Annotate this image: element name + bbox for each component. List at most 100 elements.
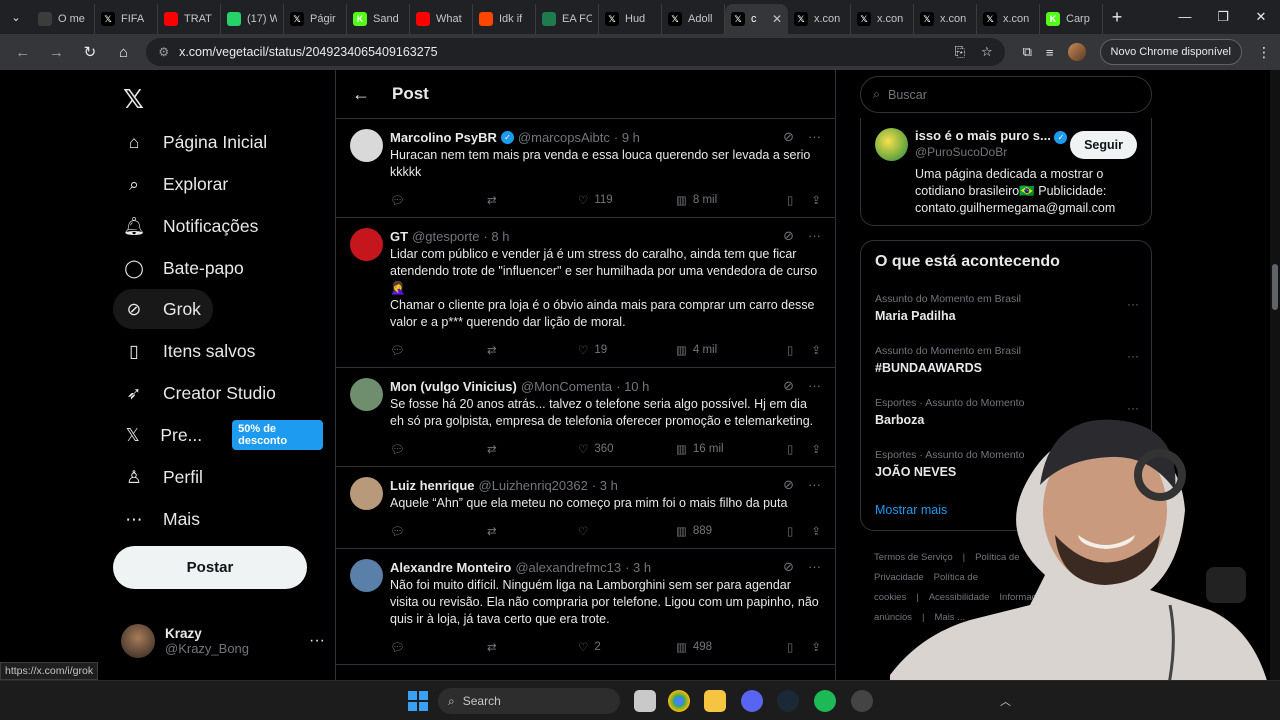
- views-button[interactable]: ▥ 4 mil: [676, 343, 779, 357]
- reply-button[interactable]: 💬︎: [390, 193, 487, 207]
- bookmark-icon[interactable]: ▯: [787, 343, 793, 357]
- share-icon[interactable]: ⇪: [811, 193, 821, 207]
- reload-icon[interactable]: ↻: [75, 38, 105, 66]
- reply-button[interactable]: 💬︎: [390, 343, 487, 357]
- like-button[interactable]: ♡ 360: [578, 442, 676, 456]
- close-window-icon[interactable]: ✕: [1242, 9, 1280, 25]
- repost-button[interactable]: ⇄: [487, 640, 578, 654]
- premium-discount-badge[interactable]: 50% de desconto: [232, 420, 323, 450]
- reply-button[interactable]: 💬︎: [390, 442, 487, 456]
- tab-search-icon[interactable]: ⌄: [0, 0, 32, 34]
- minimize-icon[interactable]: —: [1166, 9, 1204, 25]
- windows-start-icon[interactable]: [408, 691, 428, 711]
- search-input[interactable]: ⌕ Buscar: [860, 76, 1152, 113]
- reply-button[interactable]: 💬︎: [390, 640, 487, 654]
- author-name[interactable]: Marcolino PsyBR: [390, 130, 497, 145]
- bookmark-icon[interactable]: ▯: [787, 193, 793, 207]
- back-arrow-icon[interactable]: ←: [352, 84, 370, 105]
- nav-item-pre[interactable]: 𝕏 Pre... 50% de desconto: [113, 415, 335, 455]
- reply-post[interactable]: Luiz henrique @Luizhenriq20362 · 3 h ⊘ ··…: [336, 467, 835, 549]
- bookmark-icon[interactable]: ▯: [787, 524, 793, 538]
- post-time[interactable]: · 10 h: [616, 379, 649, 394]
- install-icon[interactable]: ⎘: [955, 44, 965, 60]
- like-button[interactable]: ♡ 119: [578, 193, 676, 207]
- share-icon[interactable]: ⇪: [811, 442, 821, 456]
- browser-tab[interactable]: K Sand: [347, 4, 410, 34]
- avatar[interactable]: [350, 477, 383, 510]
- tray-chevron-icon[interactable]: ︿: [1000, 693, 1011, 709]
- author-handle[interactable]: @alexandrefmc13: [515, 560, 621, 575]
- browser-tab[interactable]: 𝕏 FIFA: [95, 4, 158, 34]
- browser-tab[interactable]: 𝕏x.con: [788, 4, 851, 34]
- views-button[interactable]: ▥ 498: [676, 640, 779, 654]
- post-time[interactable]: · 3 h: [592, 478, 618, 493]
- avatar[interactable]: [350, 228, 383, 261]
- avatar[interactable]: [350, 559, 383, 592]
- browser-tab[interactable]: (17) W: [221, 4, 284, 34]
- repost-button[interactable]: ⇄: [487, 193, 578, 207]
- home-icon[interactable]: ⌂: [109, 38, 139, 66]
- author-handle[interactable]: @Luizhenriq20362: [479, 478, 588, 493]
- media-icon[interactable]: ≡: [1046, 45, 1054, 60]
- browser-tab[interactable]: K Carp: [1040, 4, 1103, 34]
- avatar[interactable]: [350, 378, 383, 411]
- author-handle[interactable]: @MonComenta: [521, 379, 612, 394]
- like-button[interactable]: ♡ 19: [578, 343, 676, 357]
- profile-avatar[interactable]: [1067, 43, 1086, 61]
- post-time[interactable]: · 3 h: [625, 560, 651, 575]
- browser-tab[interactable]: 𝕏 Págir: [284, 4, 347, 34]
- avatar[interactable]: [350, 129, 383, 162]
- nav-item-grok[interactable]: ⊘ Grok: [113, 289, 213, 329]
- more-dots-icon[interactable]: ···: [1127, 349, 1139, 363]
- browser-tab[interactable]: 𝕏c ✕: [725, 4, 788, 34]
- reply-post[interactable]: GT @gtesporte · 8 h ⊘ ··· Lidar com públi…: [336, 218, 835, 368]
- browser-tab[interactable]: 𝕏x.con: [851, 4, 914, 34]
- like-button[interactable]: ♡ 2: [578, 640, 676, 654]
- browser-tab[interactable]: O me: [32, 4, 95, 34]
- views-button[interactable]: ▥ 8 mil: [676, 193, 779, 207]
- views-button[interactable]: ▥ 889: [676, 524, 779, 538]
- obs-icon[interactable]: [851, 690, 873, 712]
- maximize-icon[interactable]: ❐: [1204, 9, 1242, 25]
- profile-name[interactable]: isso é o mais puro s... ✓: [915, 128, 1068, 144]
- repost-button[interactable]: ⇄: [487, 343, 578, 357]
- browser-tab[interactable]: 𝕏x.con: [977, 4, 1040, 34]
- more-dots-icon[interactable]: ···: [808, 378, 821, 394]
- back-icon[interactable]: ←: [8, 38, 38, 66]
- like-button[interactable]: ♡: [578, 524, 676, 538]
- new-tab-button[interactable]: +: [1103, 7, 1131, 28]
- share-icon[interactable]: ⇪: [811, 343, 821, 357]
- post-time[interactable]: · 8 h: [483, 229, 509, 244]
- chrome-icon[interactable]: [668, 690, 690, 712]
- more-dots-icon[interactable]: ···: [1127, 297, 1139, 311]
- views-button[interactable]: ▥ 16 mil: [676, 442, 779, 456]
- account-switcher[interactable]: Krazy @Krazy_Bong ···: [121, 624, 325, 658]
- browser-tab[interactable]: TRAT: [158, 4, 221, 34]
- share-icon[interactable]: ⇪: [811, 524, 821, 538]
- reply-post[interactable]: Marcolino PsyBR ✓ @marcopsAibtc · 9 h ⊘ ·…: [336, 119, 835, 218]
- reply-button[interactable]: 💬︎: [390, 524, 487, 538]
- site-info-icon[interactable]: ⚙: [158, 45, 169, 59]
- author-handle[interactable]: @gtesporte: [412, 229, 479, 244]
- author-name[interactable]: Alexandre Monteiro: [390, 560, 511, 575]
- steam-icon[interactable]: [777, 690, 799, 712]
- bookmark-icon[interactable]: ▯: [787, 442, 793, 456]
- grok-icon[interactable]: ⊘: [783, 378, 794, 394]
- more-dots-icon[interactable]: ···: [808, 477, 821, 493]
- bookmark-star-icon[interactable]: ☆: [981, 44, 993, 60]
- browser-tab[interactable]: 𝕏 Adoll: [662, 4, 725, 34]
- forward-icon[interactable]: →: [42, 38, 72, 66]
- chrome-menu-icon[interactable]: ⋮: [1256, 44, 1272, 61]
- browser-tab[interactable]: Idk if: [473, 4, 536, 34]
- taskbar-search[interactable]: ⌕ Search: [438, 688, 620, 714]
- spotify-icon[interactable]: [814, 690, 836, 712]
- browser-tab[interactable]: What: [410, 4, 473, 34]
- browser-tab[interactable]: EA FC: [536, 4, 599, 34]
- x-logo-icon[interactable]: 𝕏: [123, 84, 144, 115]
- author-name[interactable]: Luiz henrique: [390, 478, 475, 493]
- more-dots-icon[interactable]: ···: [309, 632, 325, 650]
- address-bar[interactable]: ⚙ x.com/vegetacil/status/204923406540916…: [146, 38, 1005, 66]
- grok-icon[interactable]: ⊘: [783, 559, 794, 575]
- nav-item-explorar[interactable]: ⌕ Explorar: [113, 164, 240, 204]
- reply-post[interactable]: Alexandre Monteiro @alexandrefmc13 · 3 h…: [336, 549, 835, 665]
